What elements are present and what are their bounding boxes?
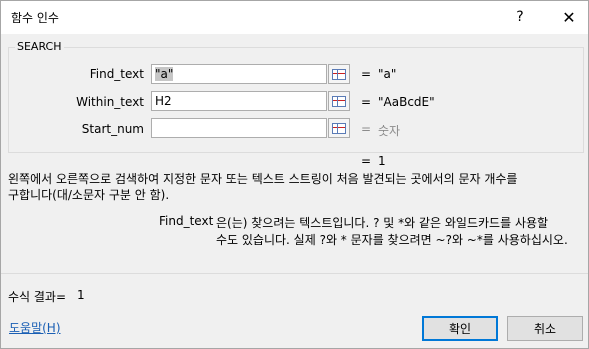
- within-text-label: Within_text: [76, 95, 144, 109]
- find-text-result: "a": [378, 67, 397, 81]
- find-text-input[interactable]: "a": [151, 64, 327, 84]
- start-num-result: 숫자: [378, 124, 401, 138]
- cancel-button[interactable]: 취소: [507, 316, 583, 341]
- title-bar: 함수 인수 ? ✕: [1, 1, 588, 34]
- function-description-line1: 왼쪽에서 오른쪽으로 검색하여 지정한 문자 또는 텍스트 스트링이 처음 발견…: [8, 172, 518, 186]
- dialog-title: 함수 인수: [11, 11, 59, 25]
- formula-result-label: 수식 결과=: [8, 290, 67, 304]
- within-text-result: "AaBcdE": [378, 95, 435, 109]
- function-result-value: 1: [378, 154, 386, 168]
- ok-button[interactable]: 확인: [422, 316, 498, 341]
- function-description-line2: 구합니다(대/소문자 구분 안 함).: [8, 188, 170, 202]
- separator: [1, 273, 588, 274]
- within-text-input[interactable]: H2: [151, 91, 327, 111]
- help-link[interactable]: 도움말(H): [9, 319, 61, 336]
- function-arguments-dialog: 함수 인수 ? ✕ SEARCH Find_text "a" = "a" Wit…: [0, 0, 589, 349]
- range-select-icon: [332, 68, 346, 80]
- close-button[interactable]: ✕: [554, 4, 584, 30]
- within-text-ref-button[interactable]: [328, 91, 350, 111]
- start-num-label: Start_num: [81, 122, 144, 136]
- equals-sign: =: [361, 154, 372, 168]
- function-name-label: SEARCH: [15, 40, 64, 53]
- help-title-button[interactable]: ?: [505, 4, 535, 30]
- equals-sign: =: [361, 122, 372, 136]
- formula-result-value: 1: [77, 288, 85, 302]
- arg-help-line1: 은(는) 찾으려는 텍스트입니다. ? 및 *와 같은 와일드카드를 사용할: [216, 216, 549, 230]
- range-select-icon: [332, 122, 346, 134]
- equals-sign: =: [361, 67, 372, 81]
- equals-sign: =: [361, 95, 372, 109]
- find-text-selected-value: "a": [155, 67, 174, 81]
- start-num-ref-button[interactable]: [328, 118, 350, 138]
- arg-help-line2: 수도 있습니다. 실제 ?와 * 문자를 찾으려면 ~?와 ~*를 사용하십시오…: [216, 233, 568, 247]
- find-text-ref-button[interactable]: [328, 64, 350, 84]
- find-text-label: Find_text: [89, 67, 144, 81]
- start-num-input[interactable]: [151, 118, 327, 138]
- range-select-icon: [332, 95, 346, 107]
- arg-help-name: Find_text: [159, 214, 214, 228]
